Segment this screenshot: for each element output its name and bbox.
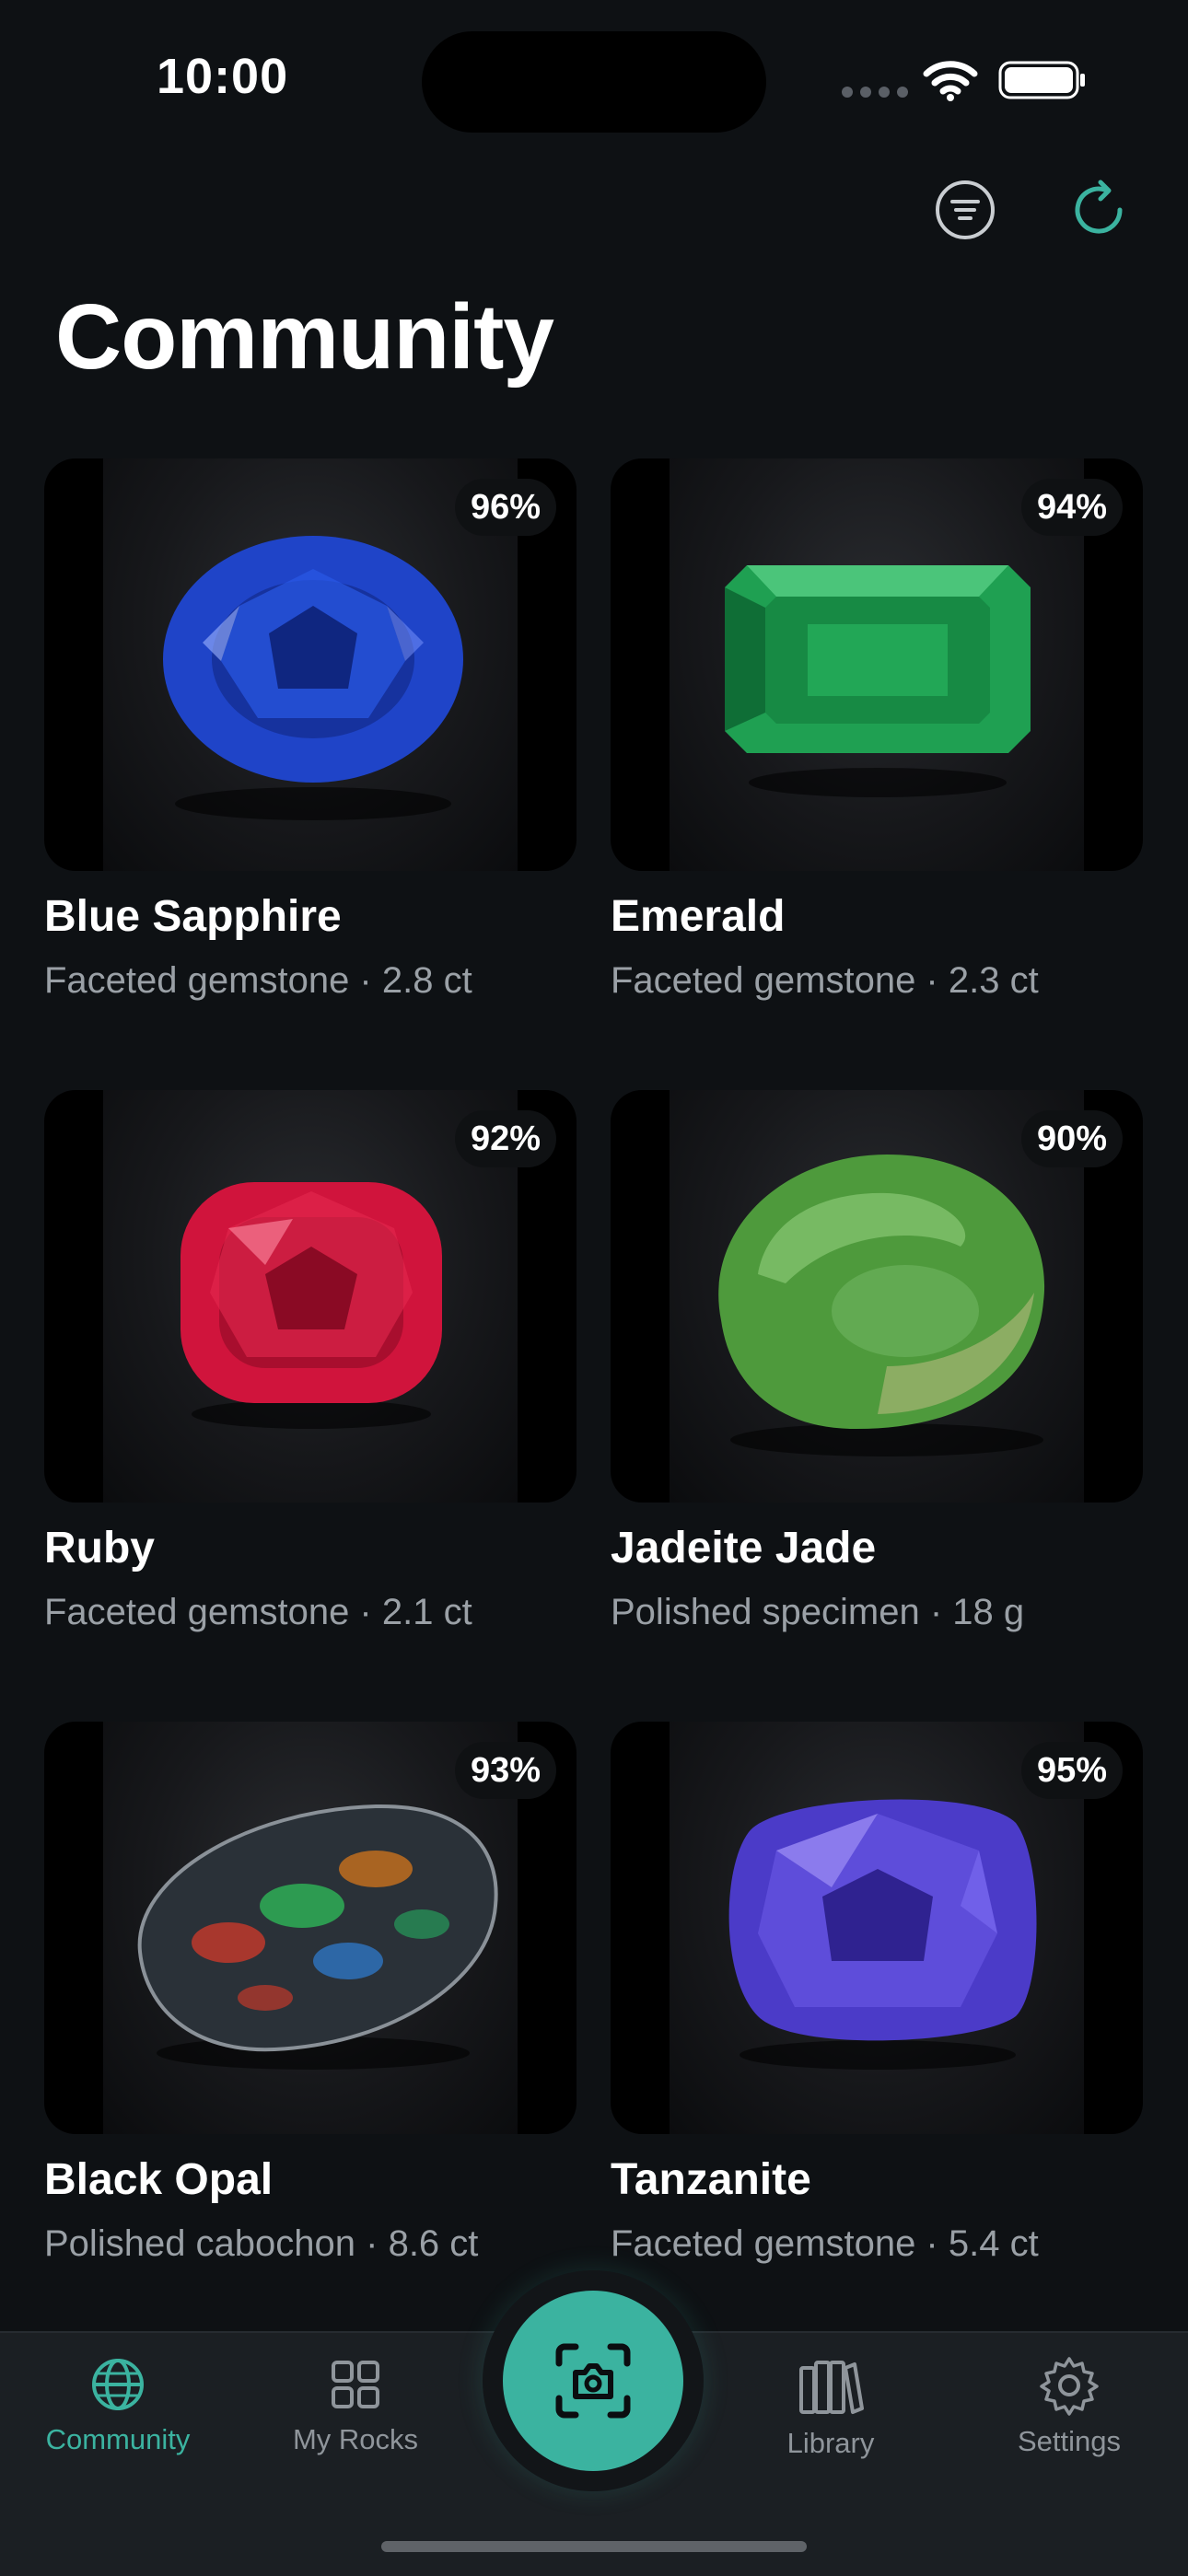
gem-name: Tanzanite	[611, 2155, 811, 2204]
gem-meta: Faceted gemstone · 2.1 ct	[44, 1592, 472, 1632]
gem-meta: Faceted gemstone · 2.3 ct	[611, 960, 1039, 1001]
camera-scan-icon	[555, 2343, 631, 2419]
filter-icon	[936, 180, 995, 239]
confidence-badge: 96%	[455, 479, 556, 536]
scan-button[interactable]	[503, 2291, 683, 2471]
gem-photo: 95%	[611, 1722, 1143, 2134]
home-indicator	[381, 2541, 807, 2552]
gem-meta: Polished cabochon · 8.6 ct	[44, 2223, 479, 2264]
tab-library[interactable]: Library	[739, 2355, 923, 2460]
gem-name: Blue Sapphire	[44, 892, 342, 941]
gem-photo: 92%	[44, 1090, 577, 1503]
gem-card[interactable]: 96% Blue Sapphire Faceted gemstone · 2.8…	[44, 458, 577, 1004]
confidence-badge: 92%	[455, 1110, 556, 1167]
dynamic-island	[422, 31, 766, 133]
wifi-icon	[923, 61, 978, 101]
battery-icon	[998, 61, 1085, 99]
confidence-badge: 93%	[455, 1742, 556, 1799]
gem-name: Jadeite Jade	[611, 1524, 877, 1572]
tab-label: Settings	[1017, 2425, 1121, 2457]
gem-photo: 93%	[44, 1722, 577, 2134]
grid-icon	[332, 2361, 379, 2408]
cellular-signal-icon	[842, 87, 908, 98]
gem-meta: Faceted gemstone · 5.4 ct	[611, 2223, 1039, 2264]
tab-community[interactable]: Community	[26, 2355, 210, 2456]
gem-card[interactable]: 90% Jadeite Jade Polished specimen · 18 …	[611, 1090, 1143, 1635]
books-icon	[799, 2361, 864, 2414]
tab-label: My Rocks	[292, 2423, 419, 2455]
confidence-badge: 90%	[1021, 1110, 1123, 1167]
tab-label: Community	[45, 2423, 191, 2455]
refresh-button[interactable]	[1064, 175, 1134, 245]
page-title: Community	[55, 285, 554, 389]
globe-icon	[92, 2359, 144, 2410]
status-time: 10:00	[157, 49, 289, 104]
gem-name: Emerald	[611, 892, 786, 941]
refresh-icon	[1075, 180, 1123, 234]
gem-photo: 94%	[611, 458, 1143, 871]
gem-card[interactable]: 94% Emerald Faceted gemstone · 2.3 ct	[611, 458, 1143, 1004]
gem-name: Black Opal	[44, 2155, 274, 2204]
gem-card[interactable]: 93% Black Opal Polished cabochon · 8.6 c…	[44, 1722, 577, 2267]
gem-meta: Faceted gemstone · 2.8 ct	[44, 960, 472, 1001]
tab-label: Library	[786, 2427, 875, 2459]
gem-card[interactable]: 95% Tanzanite Faceted gemstone · 5.4 ct	[611, 1722, 1143, 2267]
gem-meta: Polished specimen · 18 g	[611, 1592, 1025, 1632]
gem-photo: 96%	[44, 458, 577, 871]
confidence-badge: 94%	[1021, 479, 1123, 536]
filter-button[interactable]	[930, 175, 1000, 245]
tab-settings[interactable]: Settings	[977, 2355, 1161, 2458]
tab-my-rocks[interactable]: My Rocks	[263, 2355, 448, 2456]
gear-icon	[1040, 2357, 1099, 2416]
gem-name: Ruby	[44, 1524, 155, 1572]
gem-card[interactable]: 92% Ruby Faceted gemstone · 2.1 ct	[44, 1090, 577, 1635]
gem-photo: 90%	[611, 1090, 1143, 1503]
confidence-badge: 95%	[1021, 1742, 1123, 1799]
